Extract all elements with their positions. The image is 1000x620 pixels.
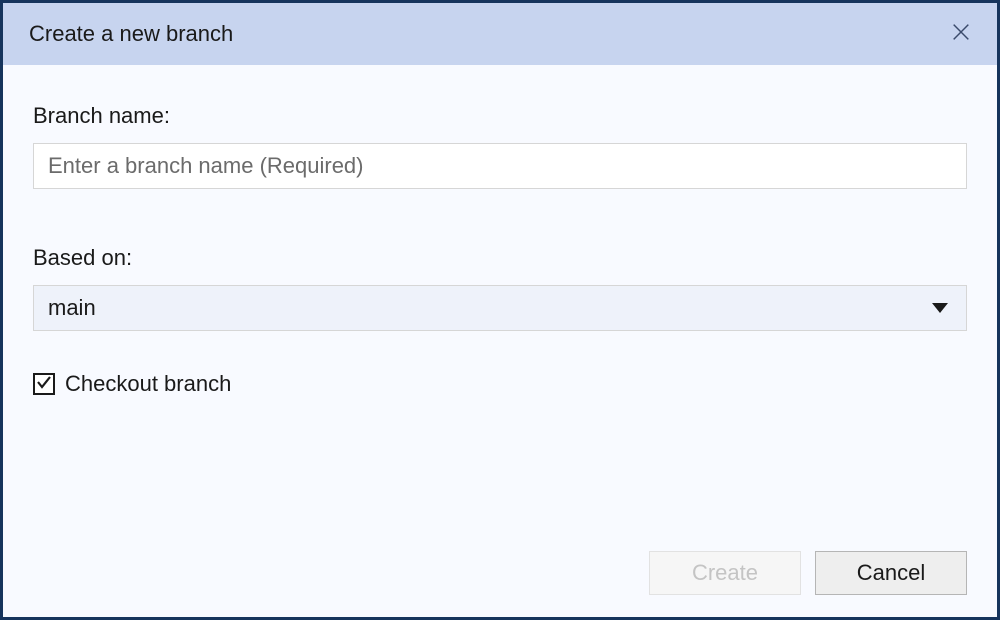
based-on-value: main bbox=[48, 295, 96, 321]
checkout-branch-checkbox[interactable]: Checkout branch bbox=[33, 371, 967, 397]
based-on-label: Based on: bbox=[33, 245, 967, 271]
close-button[interactable] bbox=[947, 20, 975, 48]
checkout-branch-label: Checkout branch bbox=[65, 371, 231, 397]
dialog-title: Create a new branch bbox=[29, 21, 233, 47]
create-branch-dialog: Create a new branch Branch name: Based o… bbox=[0, 0, 1000, 620]
close-icon bbox=[950, 21, 972, 48]
checkbox-box bbox=[33, 373, 55, 395]
branch-name-label: Branch name: bbox=[33, 103, 967, 129]
dialog-content: Branch name: Based on: main Checkout bra… bbox=[3, 65, 997, 551]
dialog-footer: Create Cancel bbox=[3, 551, 997, 617]
based-on-select[interactable]: main bbox=[33, 285, 967, 331]
titlebar: Create a new branch bbox=[3, 3, 997, 65]
branch-name-input[interactable] bbox=[33, 143, 967, 189]
checkmark-icon bbox=[36, 374, 52, 395]
chevron-down-icon bbox=[932, 303, 948, 313]
create-button[interactable]: Create bbox=[649, 551, 801, 595]
cancel-button[interactable]: Cancel bbox=[815, 551, 967, 595]
